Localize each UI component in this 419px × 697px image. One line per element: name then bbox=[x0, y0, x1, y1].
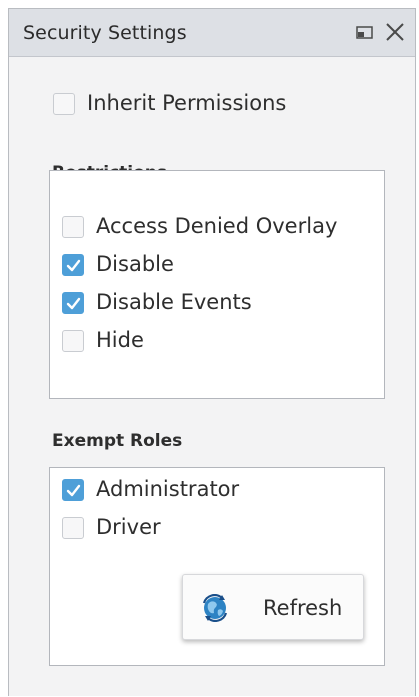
checkmark-icon bbox=[66, 259, 81, 272]
restriction-access-denied-overlay[interactable]: Access Denied Overlay bbox=[62, 214, 367, 244]
refresh-globe-icon bbox=[201, 594, 229, 622]
title-bar: Security Settings bbox=[9, 9, 415, 57]
checkbox-checked[interactable] bbox=[62, 292, 84, 314]
panel-bottom-edge[interactable] bbox=[9, 685, 415, 697]
checkbox-box[interactable] bbox=[62, 216, 84, 238]
role-driver[interactable]: Driver bbox=[62, 515, 367, 545]
refresh-button-label: Refresh bbox=[263, 596, 343, 620]
refresh-button[interactable]: Refresh bbox=[182, 574, 364, 640]
restriction-label: Disable Events bbox=[96, 290, 252, 314]
restriction-hide[interactable]: Hide bbox=[62, 328, 367, 358]
security-settings-panel: Security Settings Inherit Permissions Re… bbox=[8, 8, 416, 696]
checkmark-icon bbox=[66, 484, 81, 497]
role-administrator[interactable]: Administrator bbox=[62, 477, 367, 507]
checkmark-icon bbox=[66, 297, 81, 310]
checkbox-checked[interactable] bbox=[62, 254, 84, 276]
panel-title: Security Settings bbox=[23, 22, 187, 44]
checkbox-checked[interactable] bbox=[62, 479, 84, 501]
exempt-roles-heading: Exempt Roles bbox=[52, 431, 183, 451]
checkbox-box[interactable] bbox=[62, 330, 84, 352]
restrictions-list: Access Denied Overlay Disable Disable Ev… bbox=[49, 170, 385, 399]
restriction-label: Disable bbox=[96, 252, 174, 276]
close-icon[interactable] bbox=[382, 19, 408, 45]
checkbox-box[interactable] bbox=[62, 517, 84, 539]
checkbox-box[interactable] bbox=[53, 93, 75, 115]
restriction-disable-events[interactable]: Disable Events bbox=[62, 290, 367, 320]
restriction-disable[interactable]: Disable bbox=[62, 252, 367, 282]
restriction-label: Access Denied Overlay bbox=[96, 214, 338, 238]
role-label: Driver bbox=[96, 515, 161, 539]
inherit-permissions-checkbox[interactable]: Inherit Permissions bbox=[53, 91, 323, 121]
inherit-permissions-label: Inherit Permissions bbox=[87, 91, 287, 115]
restore-window-icon[interactable] bbox=[352, 19, 378, 45]
restriction-label: Hide bbox=[96, 328, 144, 352]
role-label: Administrator bbox=[96, 477, 240, 501]
